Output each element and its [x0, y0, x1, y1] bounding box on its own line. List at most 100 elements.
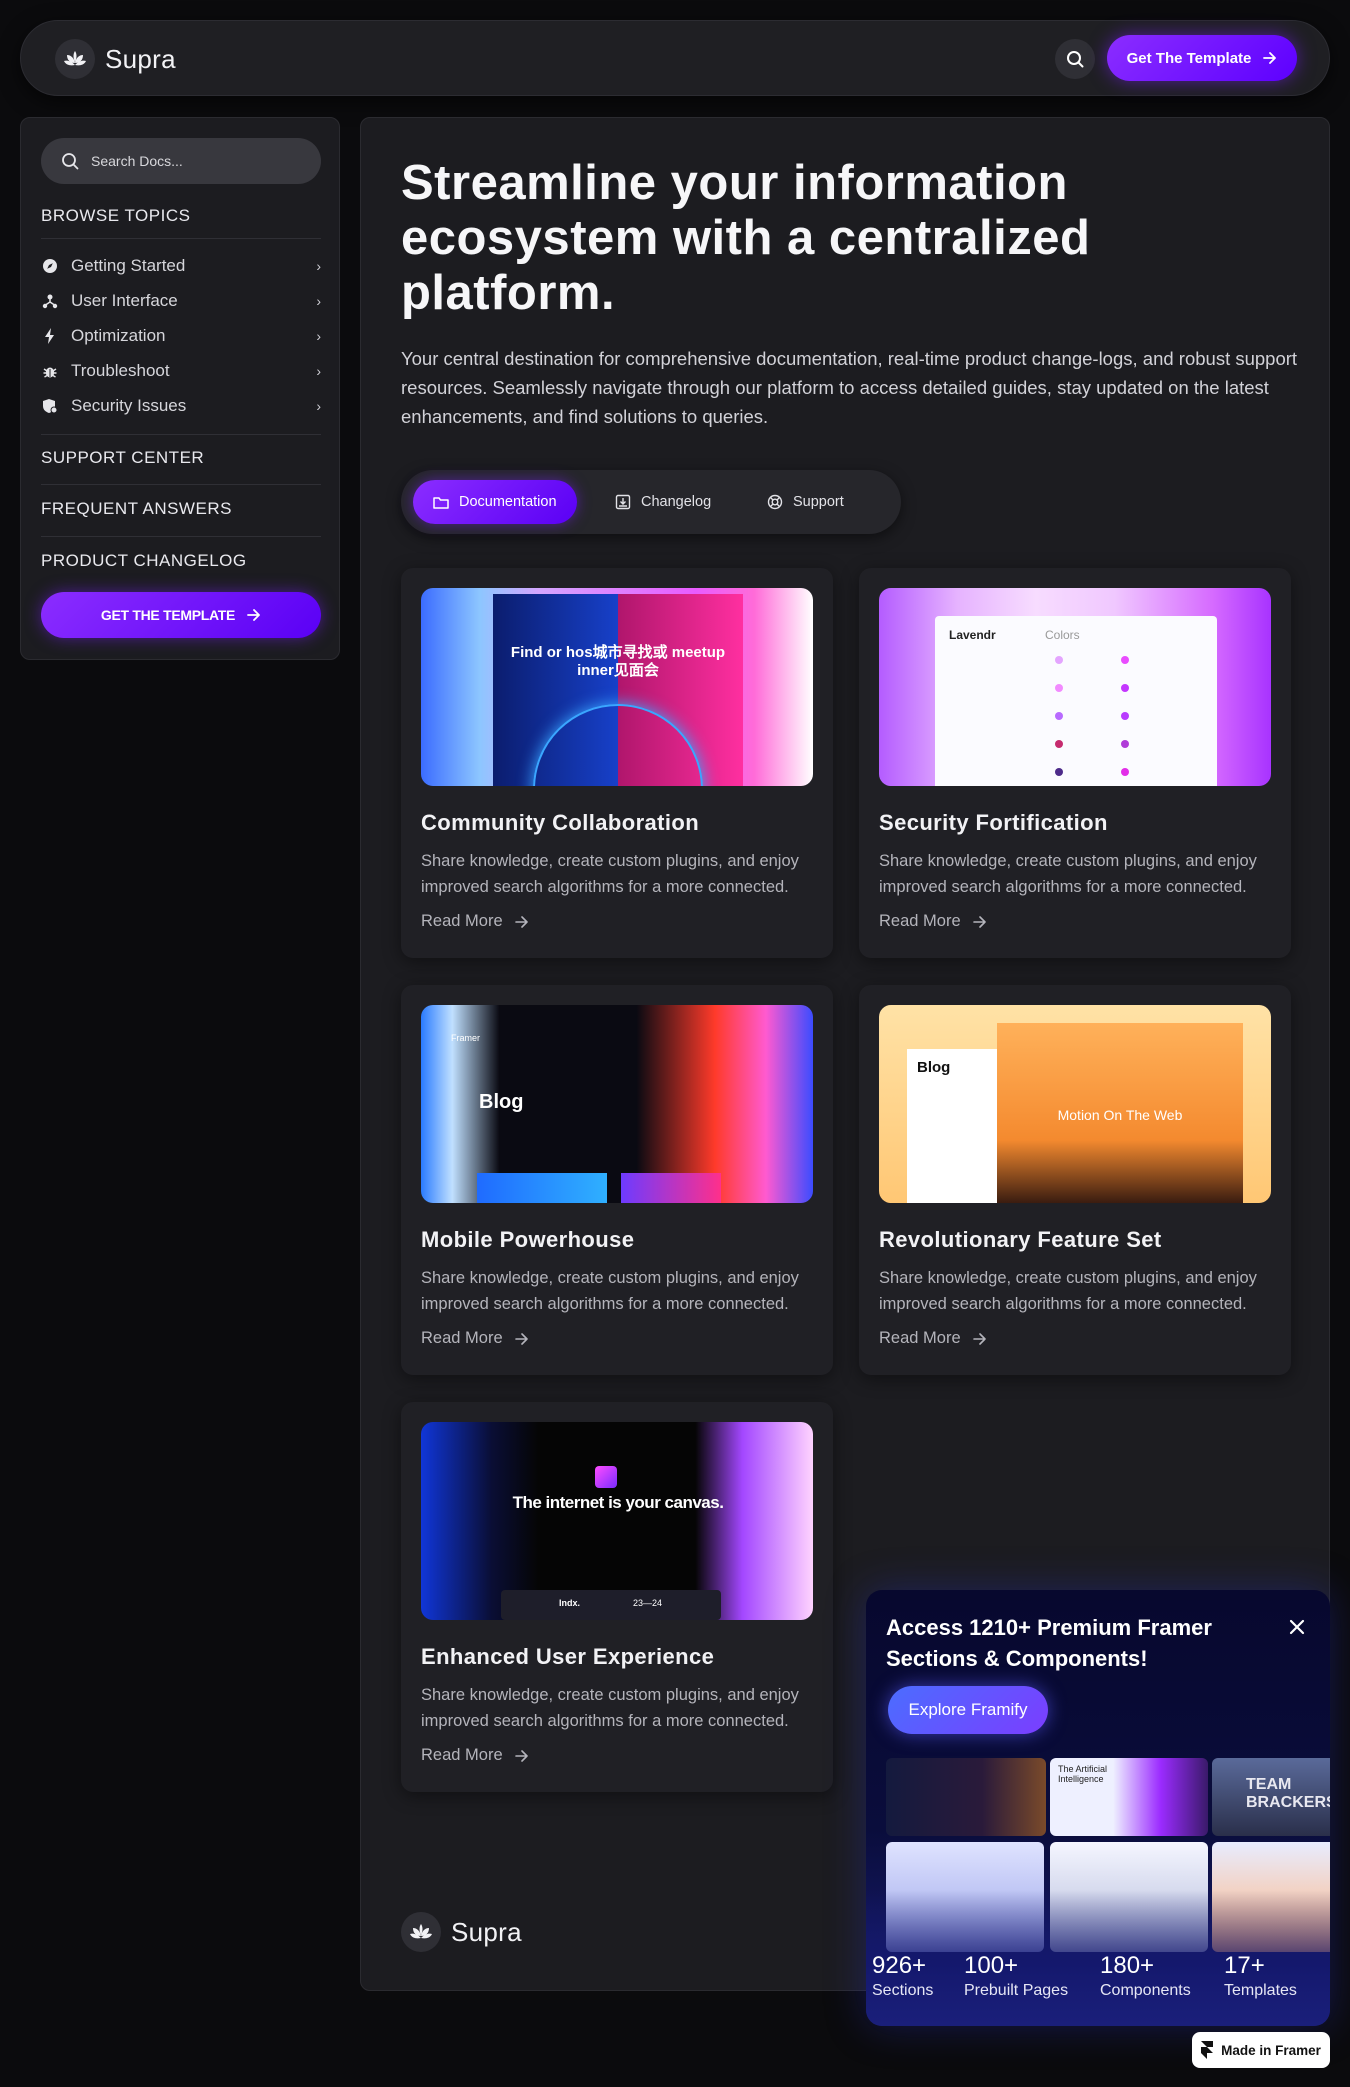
get-template-label: GET THE TEMPLATE — [100, 607, 236, 623]
tab-support[interactable]: Support — [747, 480, 864, 524]
tab-bar: Documentation Changelog Support — [401, 470, 901, 534]
sidebar-item-label: Troubleshoot — [71, 361, 170, 380]
tab-documentation[interactable]: Documentation — [413, 480, 577, 524]
stat-label: Components — [1100, 1982, 1191, 1999]
search-placeholder: Search Docs... — [91, 153, 183, 169]
promo-thumb-text: TEAM BRACKERS — [1246, 1776, 1330, 1811]
stat-number: 180+ — [1100, 1952, 1155, 1979]
read-more-link[interactable]: Read More — [421, 1746, 529, 1765]
explore-framify-button[interactable]: Explore Framify — [888, 1686, 1048, 1734]
product-changelog-link[interactable]: PRODUCT CHANGELOG — [41, 551, 247, 571]
chevron-right-icon: › — [316, 258, 321, 274]
stat-number: 17+ — [1224, 1952, 1265, 1979]
arrow-right-icon — [514, 1749, 528, 1762]
stat-label: Templates — [1224, 1982, 1297, 1999]
card-image: Find or hos城市寻找或 meetup inner见面会 — [421, 588, 813, 786]
read-more-link[interactable]: Read More — [421, 912, 529, 931]
chevron-right-icon: › — [316, 398, 321, 414]
card-image: The internet is your canvas. Indx. 23—24 — [421, 1422, 813, 1620]
divider — [41, 434, 321, 435]
read-more-link[interactable]: Read More — [879, 1329, 987, 1348]
framer-logo-icon — [1201, 2041, 1214, 2059]
sidebar-item-security-issues[interactable]: Security Issues › — [41, 391, 321, 421]
read-more-link[interactable]: Read More — [421, 1329, 529, 1348]
sidebar-item-label: Getting Started — [71, 256, 186, 275]
sidebar-item-optimization[interactable]: Optimization › — [41, 321, 321, 351]
stat-templates: 17+ Templates — [1224, 1952, 1297, 2002]
frequent-answers-link[interactable]: FREQUENT ANSWERS — [41, 499, 232, 519]
bolt-icon — [41, 327, 59, 345]
bug-icon — [41, 362, 59, 380]
sidebar-item-getting-started[interactable]: Getting Started › — [41, 251, 321, 281]
search-input[interactable]: Search Docs... — [41, 138, 321, 184]
arrow-right-icon — [514, 915, 528, 928]
tab-label: Support — [793, 494, 844, 510]
card-image: Framer Blog — [421, 1005, 813, 1203]
divider — [41, 484, 321, 485]
card-description: Share knowledge, create custom plugins, … — [421, 1269, 799, 1313]
tab-changelog[interactable]: Changelog — [595, 480, 731, 524]
promo-thumbnail: The Artificial Intelligence — [1050, 1758, 1208, 1836]
divider — [41, 238, 321, 239]
brand-name: Supra — [451, 1916, 522, 1947]
arrow-right-icon — [247, 609, 260, 621]
support-center-link[interactable]: SUPPORT CENTER — [41, 448, 204, 468]
card-image-subtext-2: 23—24 — [633, 1598, 663, 1608]
network-icon — [41, 292, 59, 310]
card-community-collaboration[interactable]: Find or hos城市寻找或 meetup inner见面会 Communi… — [401, 568, 833, 958]
card-title: Revolutionary Feature Set — [879, 1227, 1162, 1252]
card-image-text: The internet is your canvas. — [512, 1493, 724, 1512]
card-revolutionary-feature-set[interactable]: Blog Motion On The Web Revolutionary Fea… — [859, 985, 1291, 1375]
card-image-text: Lavendr — [949, 628, 996, 642]
sidebar-item-user-interface[interactable]: User Interface › — [41, 286, 321, 316]
card-security-fortification[interactable]: Lavendr Colors Security Fortification Sh… — [859, 568, 1291, 958]
sidebar-item-troubleshoot[interactable]: Troubleshoot › — [41, 356, 321, 386]
brand-name: Supra — [105, 43, 176, 74]
read-more-link[interactable]: Read More — [879, 912, 987, 931]
card-title: Enhanced User Experience — [421, 1644, 715, 1669]
brand-logo[interactable]: Supra — [55, 39, 176, 79]
arrow-right-icon — [972, 915, 986, 928]
close-icon[interactable] — [1286, 1616, 1308, 1638]
read-more-label: Read More — [421, 1746, 503, 1764]
stat-label: Sections — [872, 1982, 934, 1999]
sidebar-get-template-button[interactable]: GET THE TEMPLATE — [41, 592, 321, 638]
page-subtitle: Your central destination for comprehensi… — [401, 348, 1298, 427]
card-image-text: Blog — [917, 1059, 951, 1076]
get-template-label: Get The Template — [1126, 49, 1252, 67]
card-image-subtext: Indx. — [559, 1598, 581, 1608]
card-title: Security Fortification — [879, 810, 1108, 835]
compass-icon — [41, 257, 59, 275]
footer-logo[interactable]: Supra — [401, 1912, 522, 1952]
lifebuoy-icon — [767, 494, 783, 510]
stat-sections: 926+ Sections — [872, 1952, 933, 2002]
folder-icon — [433, 496, 449, 509]
card-image-subtext: Framer — [451, 1033, 480, 1043]
card-image-subtext: Motion On The Web — [1057, 1107, 1183, 1123]
card-enhanced-user-experience[interactable]: The internet is your canvas. Indx. 23—24… — [401, 1402, 833, 1792]
divider — [41, 536, 321, 537]
arrow-right-icon — [1263, 52, 1277, 64]
card-title: Community Collaboration — [421, 810, 700, 835]
promo-popup: Access 1210+ Premium Framer Sections & C… — [866, 1590, 1330, 2026]
get-template-button[interactable]: Get The Template — [1107, 35, 1297, 81]
card-description: Share knowledge, create custom plugins, … — [421, 1686, 799, 1730]
card-description: Share knowledge, create custom plugins, … — [879, 1269, 1257, 1313]
search-button[interactable] — [1055, 39, 1095, 79]
stat-components: 180+ Components — [1100, 1952, 1191, 2002]
chevron-right-icon: › — [316, 293, 321, 309]
card-image-subtext: Colors — [1045, 628, 1080, 642]
card-title: Mobile Powerhouse — [421, 1227, 635, 1252]
card-image: Lavendr Colors — [879, 588, 1271, 786]
lotus-icon — [55, 39, 95, 79]
card-mobile-powerhouse[interactable]: Framer Blog Mobile Powerhouse Share know… — [401, 985, 833, 1375]
card-description: Share knowledge, create custom plugins, … — [879, 852, 1257, 896]
promo-thumb-text: The Artificial Intelligence — [1058, 1764, 1108, 1784]
made-in-framer-badge[interactable]: Made in Framer — [1192, 2032, 1330, 2068]
badge-label: Made in Framer — [1221, 2042, 1321, 2058]
promo-thumbnail — [886, 1758, 1046, 1836]
sidebar-item-label: User Interface — [71, 291, 178, 310]
stat-prebuilt-pages: 100+ Prebuilt Pages — [964, 1952, 1068, 2002]
stat-number: 926+ — [872, 1952, 927, 1979]
arrow-right-icon — [972, 1332, 986, 1345]
